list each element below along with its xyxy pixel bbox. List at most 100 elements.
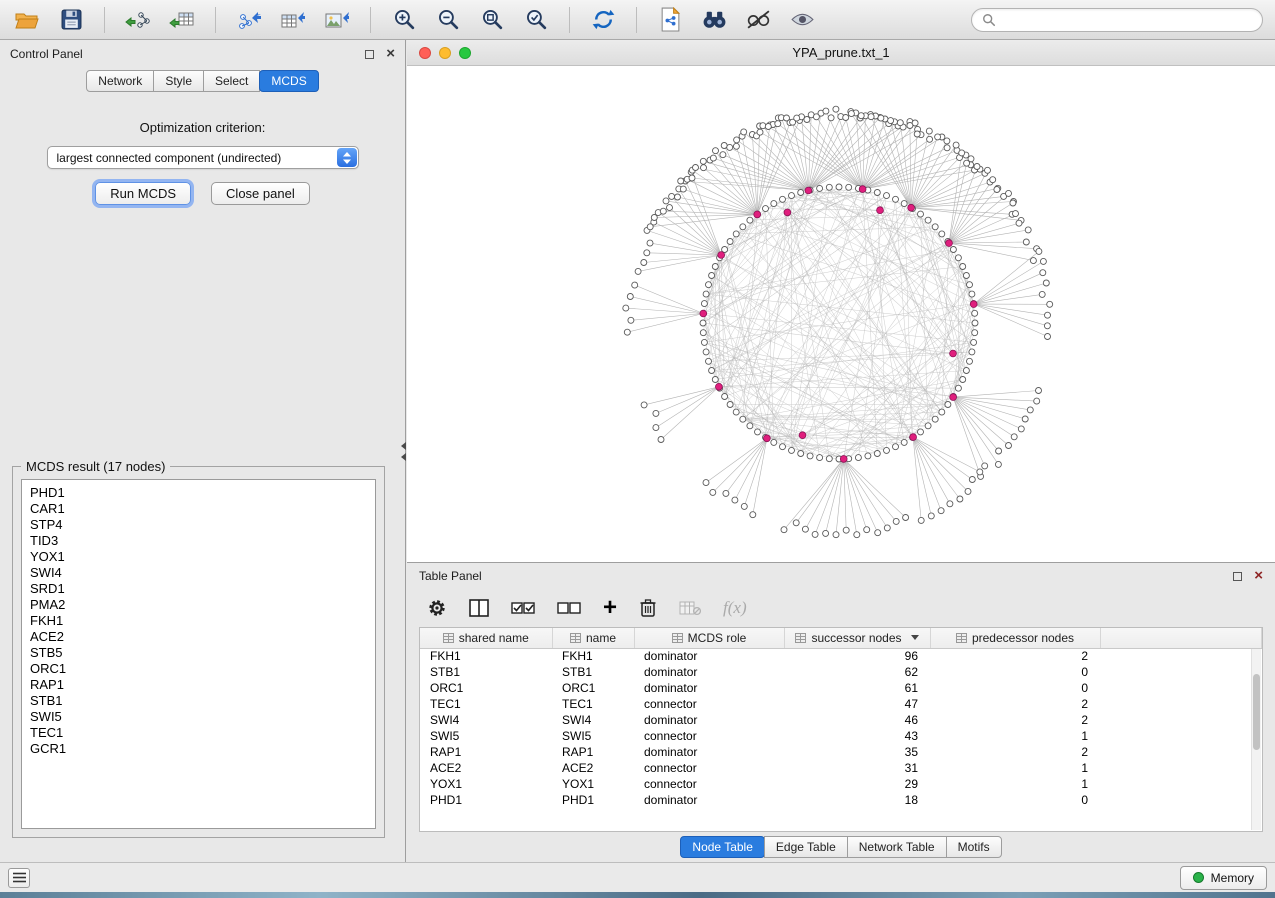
zoom-in-icon[interactable] [389, 5, 419, 35]
cell-name: SWI5 [552, 728, 634, 744]
table-row[interactable]: SWI4SWI4dominator462 [420, 712, 1262, 728]
cell-name: SWI4 [552, 712, 634, 728]
share-document-icon[interactable] [655, 5, 685, 35]
mcds-result-group: MCDS result (17 nodes) PHD1CAR1STP4TID3Y… [12, 466, 385, 838]
mcds-result-list[interactable]: PHD1CAR1STP4TID3YOX1SWI4SRD1PMA2FKH1ACE2… [21, 479, 376, 829]
cell-role: connector [634, 696, 784, 712]
table-settings-gear-icon[interactable] [427, 598, 447, 618]
column-header-predecessor-nodes[interactable]: predecessor nodes [930, 628, 1100, 648]
column-type-icon [570, 633, 581, 643]
table-row[interactable]: PHD1PHD1dominator180 [420, 792, 1262, 808]
minimize-window-button[interactable] [439, 47, 451, 59]
mcds-result-title: MCDS result (17 nodes) [21, 459, 170, 474]
tab-edge-table[interactable]: Edge Table [764, 836, 848, 858]
mcds-result-item[interactable]: PMA2 [30, 597, 375, 613]
network-view-titlebar[interactable]: YPA_prune.txt_1 [407, 40, 1275, 66]
cell-predecessors: 1 [930, 760, 1100, 776]
cell-role: dominator [634, 680, 784, 696]
column-header-mcds-role[interactable]: MCDS role [634, 628, 784, 648]
cell-role: dominator [634, 664, 784, 680]
mcds-result-item[interactable]: GCR1 [30, 741, 375, 757]
network-view-title: YPA_prune.txt_1 [792, 45, 889, 60]
zoom-selected-icon[interactable] [521, 5, 551, 35]
table-row[interactable]: STB1STB1dominator620 [420, 664, 1262, 680]
tab-select[interactable]: Select [203, 70, 260, 92]
mcds-result-item[interactable]: STP4 [30, 517, 375, 533]
close-table-panel-icon[interactable]: × [1254, 571, 1263, 581]
close-window-button[interactable] [419, 47, 431, 59]
search-network-icon[interactable] [699, 5, 729, 35]
tab-mcds[interactable]: MCDS [259, 70, 318, 92]
import-network-icon[interactable] [123, 5, 153, 35]
float-panel-icon[interactable] [365, 50, 374, 59]
mcds-result-item[interactable]: SWI4 [30, 565, 375, 581]
table-row[interactable]: SWI5SWI5connector431 [420, 728, 1262, 744]
search-input[interactable] [1002, 13, 1252, 27]
open-folder-icon[interactable] [12, 5, 42, 35]
tab-node-table[interactable]: Node Table [680, 836, 765, 858]
criterion-select[interactable]: largest connected component (undirected) [47, 146, 359, 169]
tab-network[interactable]: Network [86, 70, 154, 92]
zoom-window-button[interactable] [459, 47, 471, 59]
delete-column-icon[interactable] [639, 598, 657, 618]
mcds-result-item[interactable]: CAR1 [30, 501, 375, 517]
refresh-icon[interactable] [588, 5, 618, 35]
mcds-result-item[interactable]: SRD1 [30, 581, 375, 597]
deselect-all-icon[interactable] [557, 599, 581, 617]
toolbar-separator [636, 7, 637, 33]
save-icon[interactable] [56, 5, 86, 35]
cell-filler [1100, 792, 1262, 808]
table-row[interactable]: TEC1TEC1connector472 [420, 696, 1262, 712]
zoom-fit-icon[interactable] [477, 5, 507, 35]
import-table-icon[interactable] [167, 5, 197, 35]
memory-button[interactable]: Memory [1180, 866, 1267, 890]
mcds-result-item[interactable]: TEC1 [30, 725, 375, 741]
scrollbar-thumb[interactable] [1253, 674, 1260, 750]
table-row[interactable]: YOX1YOX1connector291 [420, 776, 1262, 792]
float-table-panel-icon[interactable] [1233, 572, 1242, 581]
column-header-name[interactable]: name [552, 628, 634, 648]
run-mcds-button[interactable]: Run MCDS [95, 182, 191, 205]
mcds-result-item[interactable]: ORC1 [30, 661, 375, 677]
table-row[interactable]: FKH1FKH1dominator962 [420, 648, 1262, 664]
table-panel-header: Table Panel × [407, 563, 1275, 589]
control-panel-header: Control Panel × [0, 40, 405, 68]
mcds-result-item[interactable]: YOX1 [30, 549, 375, 565]
table-row[interactable]: RAP1RAP1dominator352 [420, 744, 1262, 760]
panel-splitter-handle[interactable] [400, 438, 407, 464]
task-history-icon[interactable] [8, 868, 30, 888]
zoom-out-icon[interactable] [433, 5, 463, 35]
cell-filler [1100, 680, 1262, 696]
mcds-result-item[interactable]: PHD1 [30, 485, 375, 501]
cell-filler [1100, 696, 1262, 712]
mcds-result-item[interactable]: RAP1 [30, 677, 375, 693]
tab-motifs[interactable]: Motifs [946, 836, 1002, 858]
table-row[interactable]: ORC1ORC1dominator610 [420, 680, 1262, 696]
table-row[interactable]: ACE2ACE2connector311 [420, 760, 1262, 776]
mcds-result-item[interactable]: FKH1 [30, 613, 375, 629]
mcds-result-item[interactable]: SWI5 [30, 709, 375, 725]
folder-glyph [15, 10, 39, 30]
tab-style[interactable]: Style [153, 70, 204, 92]
close-panel-icon[interactable]: × [386, 49, 395, 59]
add-column-icon[interactable]: + [603, 599, 617, 617]
show-columns-icon[interactable] [469, 599, 489, 617]
select-all-icon[interactable] [511, 599, 535, 617]
mcds-result-item[interactable]: TID3 [30, 533, 375, 549]
export-image-icon[interactable] [322, 5, 352, 35]
export-table-icon[interactable] [278, 5, 308, 35]
mcds-result-item[interactable]: STB1 [30, 693, 375, 709]
show-view-eye-icon[interactable] [787, 5, 817, 35]
mcds-result-item[interactable]: STB5 [30, 645, 375, 661]
column-type-icon [672, 633, 683, 643]
column-header-shared-name[interactable]: shared name [420, 628, 552, 648]
table-scrollbar[interactable] [1251, 649, 1261, 830]
network-canvas[interactable] [407, 66, 1275, 562]
hide-annotations-icon[interactable] [743, 5, 773, 35]
export-network-icon[interactable] [234, 5, 264, 35]
close-panel-button[interactable]: Close panel [211, 182, 310, 205]
mcds-result-item[interactable]: ACE2 [30, 629, 375, 645]
tab-network-table[interactable]: Network Table [847, 836, 947, 858]
column-header-successor-nodes[interactable]: successor nodes [784, 628, 930, 648]
network-view-window: YPA_prune.txt_1 [407, 40, 1275, 562]
